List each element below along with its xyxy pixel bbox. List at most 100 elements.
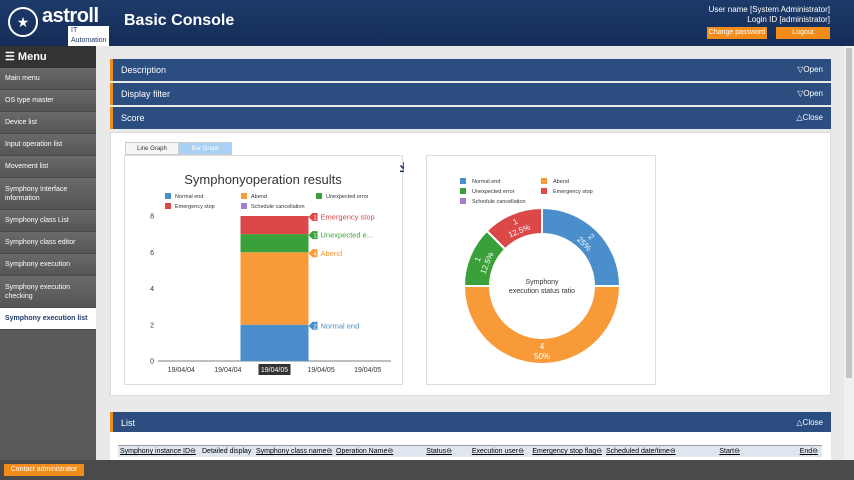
y-tick-label: 0 xyxy=(150,359,154,366)
column-header-execution-user[interactable]: Execution user⊖ xyxy=(462,446,528,457)
legend-label: Normal end xyxy=(472,179,500,185)
page-scrollbar[interactable] xyxy=(844,46,854,460)
list-panel: Symphony instance ID⊖ Detailed display S… xyxy=(110,432,831,460)
sidebar: ☰ Menu Main menu OS type master Device l… xyxy=(0,46,96,460)
legend-label: Unexpected error xyxy=(326,194,369,200)
display-filter-toggle[interactable]: ▽Open xyxy=(797,83,823,105)
sidebar-item-symphony-class-list[interactable]: Symphony class List xyxy=(0,210,96,232)
logo-subtitle: IT Automation xyxy=(68,26,110,46)
star-logo-icon: ★ xyxy=(8,7,38,37)
display-filter-section-bar[interactable]: Display filter ▽Open xyxy=(110,83,831,105)
login-id: Login ID [administrator] xyxy=(747,15,830,24)
annotation-label: Emergency stop xyxy=(321,213,375,222)
bar-segment[interactable] xyxy=(240,252,309,325)
bar-segment[interactable] xyxy=(240,234,309,253)
x-tick-label: 19/04/04 xyxy=(168,367,195,374)
legend-swatch xyxy=(165,203,171,209)
sidebar-item-symphony-execution-list[interactable]: Symphony execution list xyxy=(0,308,96,330)
legend-label: Unexpected error xyxy=(472,189,515,195)
score-toggle[interactable]: △Close xyxy=(796,107,823,129)
sidebar-item-movement-list[interactable]: Movement list xyxy=(0,156,96,178)
column-header-emergency-stop-flag[interactable]: Emergency stop flag⊖ xyxy=(528,446,604,457)
legend-label: Abend xyxy=(251,194,267,200)
y-tick-label: 6 xyxy=(150,250,154,257)
x-tick-label: 19/04/05 xyxy=(261,367,288,374)
legend-swatch xyxy=(316,193,322,199)
logout-button[interactable]: Logout xyxy=(776,27,830,39)
description-toggle[interactable]: ▽Open xyxy=(797,59,823,81)
display-filter-label: Display filter xyxy=(121,89,171,99)
donut-chart-box: Normal end Abend Unexpected error Emergency… xyxy=(426,155,656,385)
column-header-class-name[interactable]: Symphony class name⊖ xyxy=(254,446,334,457)
column-header-end[interactable]: End⊖ xyxy=(744,446,822,457)
annotation-label: Normal end xyxy=(321,321,360,330)
annotation-label: Abend xyxy=(321,249,343,258)
bar-segment[interactable] xyxy=(240,216,309,235)
legend-label: Normal end xyxy=(175,194,203,200)
y-tick-label: 8 xyxy=(150,214,154,221)
sidebar-item-input-operation-list[interactable]: Input operation list xyxy=(0,134,96,156)
tab-bar-graph[interactable]: Bar Graph xyxy=(179,142,232,155)
user-name: User name [System Administrator] xyxy=(708,5,830,14)
donut-center-sublabel: execution status ratio xyxy=(509,288,575,295)
column-header-operation-name[interactable]: Operation Name⊖ xyxy=(334,446,410,457)
app-header: ★ astroll IT Automation Basic Console Us… xyxy=(0,0,854,46)
column-header-instance-id[interactable]: Symphony instance ID⊖ xyxy=(118,446,200,457)
description-label: Description xyxy=(121,65,167,75)
list-toggle[interactable]: △Close xyxy=(796,412,823,434)
donut-chart: Normal end Abend Unexpected error Emergency… xyxy=(460,178,622,365)
x-tick-label: 19/04/04 xyxy=(214,367,241,374)
slice-count: 4 xyxy=(540,342,545,351)
page-title: Basic Console xyxy=(124,12,235,29)
legend-swatch xyxy=(541,188,547,194)
main-content: Description ▽Open Display filter ▽Open S… xyxy=(100,46,844,460)
legend-swatch xyxy=(241,203,247,209)
change-password-button[interactable]: Change password xyxy=(707,27,767,39)
list-section-bar[interactable]: List △Close xyxy=(110,412,831,434)
download-icon[interactable] xyxy=(399,162,409,173)
legend-swatch xyxy=(541,178,547,184)
legend-swatch xyxy=(165,193,171,199)
x-tick-label: 19/04/05 xyxy=(354,367,381,374)
legend-label: Emergency stop xyxy=(553,189,593,195)
list-label: List xyxy=(121,418,136,428)
tab-line-graph[interactable]: Line Graph xyxy=(125,142,179,155)
bar-chart: Symphonyoperation results Normal end Abend… xyxy=(150,162,409,375)
sidebar-item-symphony-execution[interactable]: Symphony execution xyxy=(0,254,96,276)
scrollbar-thumb[interactable] xyxy=(846,48,852,378)
x-tick-label: 19/04/05 xyxy=(307,367,334,374)
sidebar-item-symphony-execution-checking[interactable]: Symphony execution checking xyxy=(0,276,96,308)
sidebar-item-main-menu[interactable]: Main menu xyxy=(0,68,96,90)
legend-label: Schedule cancellation xyxy=(251,204,305,210)
chart-title: Symphonyoperation results xyxy=(184,172,342,187)
legend-swatch xyxy=(241,193,247,199)
bar-chart-box: Symphonyoperation results Normal end Abend… xyxy=(124,155,409,385)
logo-name: astroll xyxy=(42,5,99,27)
column-header-status[interactable]: Status⊖ xyxy=(410,446,462,457)
legend-swatch xyxy=(460,188,466,194)
donut-center-label: Symphony xyxy=(525,279,559,286)
contact-administrator-button[interactable]: Contact administrator xyxy=(4,464,84,476)
menu-heading[interactable]: ☰ Menu xyxy=(0,46,96,68)
legend-label: Schedule cancellation xyxy=(472,199,526,205)
y-tick-label: 4 xyxy=(150,286,154,293)
score-panel: Line Graph Bar Graph Symphonyoperation r… xyxy=(110,132,831,396)
legend-label: Abend xyxy=(553,179,569,185)
footer: Contact administrator xyxy=(0,460,854,480)
legend-swatch xyxy=(460,198,466,204)
score-label: Score xyxy=(121,113,145,123)
bar-segment[interactable] xyxy=(240,324,309,361)
column-header-detailed-display: Detailed display xyxy=(202,448,252,455)
logo: ★ astroll IT Automation xyxy=(8,5,110,46)
column-header-scheduled-datetime[interactable]: Scheduled date/time⊖ xyxy=(604,446,680,457)
sidebar-item-os-type-master[interactable]: OS type master xyxy=(0,90,96,112)
table-header: Symphony instance ID⊖ Detailed display S… xyxy=(118,445,822,457)
column-header-start[interactable]: Start⊖ xyxy=(680,446,744,457)
sidebar-item-symphony-interface[interactable]: Symphony Interface information xyxy=(0,178,96,210)
legend-swatch xyxy=(460,178,466,184)
description-section-bar[interactable]: Description ▽Open xyxy=(110,59,831,81)
sidebar-item-symphony-class-editor[interactable]: Symphony class editor xyxy=(0,232,96,254)
score-section-bar[interactable]: Score △Close xyxy=(110,107,831,129)
y-tick-label: 2 xyxy=(150,322,154,329)
sidebar-item-device-list[interactable]: Device list xyxy=(0,112,96,134)
